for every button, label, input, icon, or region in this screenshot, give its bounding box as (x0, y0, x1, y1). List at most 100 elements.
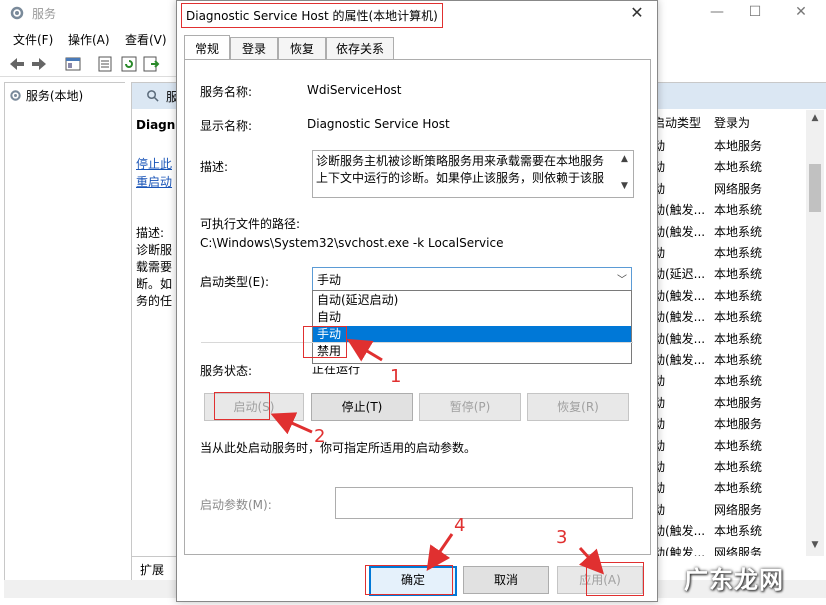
startup-type-dropdown[interactable]: 手动 ﹀ (312, 267, 632, 291)
close-icon[interactable]: ✕ (625, 3, 649, 25)
service-name-label: 服务名称: (200, 85, 253, 99)
option-auto[interactable]: 自动 (313, 309, 631, 326)
cancel-button[interactable]: 取消 (463, 566, 549, 594)
table-row[interactable]: 动(延迟... 本地系统 (653, 262, 805, 283)
tab-general[interactable]: 常规 (184, 35, 230, 60)
logon-as-cell: 本地系统 (714, 460, 763, 474)
console-tree: 服务(本地) (4, 82, 125, 582)
scroll-up-icon[interactable]: ▲ (619, 154, 630, 164)
table-row[interactable]: 动本地系统 (653, 455, 805, 476)
maximize-button[interactable]: ☐ (732, 0, 778, 26)
startup-type-cell: 动(延迟... (653, 267, 706, 282)
table-row[interactable]: 动本地系统 (653, 241, 805, 262)
back-arrow-icon[interactable] (8, 55, 26, 73)
desc-line: 载需要 (136, 260, 173, 274)
startup-type-cell: 动(触发... (653, 203, 706, 218)
table-row[interactable]: 动本地系统 (653, 369, 805, 390)
option-disabled[interactable]: 禁用 (313, 343, 631, 360)
start-params-label: 启动参数(M): (200, 498, 272, 512)
services-scrollbar[interactable]: ▲ ▼ (806, 110, 824, 556)
separator (201, 342, 633, 343)
refresh-icon[interactable] (120, 55, 138, 73)
general-panel: 服务名称: WdiServiceHost 显示名称: Diagnostic Se… (184, 59, 651, 555)
desc-line: 诊断服 (136, 243, 173, 257)
option-manual[interactable]: 手动 (313, 326, 631, 343)
description-box[interactable]: 诊断服务主机被诊断策略服务用来承载需要在本地服务 上下文中运行的诊断。如果停止该… (312, 150, 634, 198)
description-scrollbar[interactable]: ▲ ▼ (616, 151, 633, 197)
stop-service-link[interactable]: 停止此 (136, 155, 172, 172)
description-text: 诊断服务主机被诊断策略服务用来承载需要在本地服务 上下文中运行的诊断。如果停止该… (316, 154, 605, 185)
table-row[interactable]: 动(触发... 本地系统 (653, 305, 805, 326)
services-list: 启动类型 登录为 动本地服务动本地系统动网络服务 动(触发... 本地系统 动(触发.… (653, 110, 805, 556)
stop-button[interactable]: 停止(T) (311, 393, 413, 421)
close-window-button[interactable]: ✕ (778, 0, 824, 26)
logon-as-cell: 本地系统 (714, 310, 763, 325)
logon-as-cell: 本地系统 (714, 353, 763, 367)
logon-as-cell: 本地系统 (714, 288, 763, 303)
export-list-icon[interactable] (142, 55, 160, 73)
table-row[interactable]: 动(触发... 本地系统 (653, 348, 805, 369)
desc-label-partial: 描述: (136, 226, 165, 240)
toolbar (0, 52, 180, 77)
annotation-box-manual (303, 326, 347, 358)
option-auto-delayed[interactable]: 自动(延迟启动) (313, 292, 631, 309)
annotation-number-2: 2 (314, 426, 326, 447)
table-row[interactable]: 动本地系统 (653, 434, 805, 455)
start-params-hint: 当从此处启动服务时，你可指定所适用的启动参数。 (200, 441, 477, 455)
table-row[interactable]: 动网络服务 (653, 498, 805, 519)
restart-service-link[interactable]: 重启动 (136, 173, 172, 190)
tree-item-services-local[interactable]: 服务(本地) (9, 87, 83, 104)
forward-arrow-icon[interactable] (30, 55, 48, 73)
startup-type-cell: 动(触发... (653, 524, 706, 539)
table-row[interactable]: 动本地系统 (653, 476, 805, 497)
logon-as-cell: 网络服务 (714, 181, 763, 196)
table-row[interactable]: 动本地系统 (653, 155, 805, 176)
logon-as-cell: 网络服务 (714, 502, 763, 517)
desc-line: 断。如 (136, 277, 173, 291)
logon-as-cell: 本地系统 (714, 246, 763, 260)
scroll-down-icon[interactable]: ▼ (809, 540, 821, 552)
scrollbar-thumb[interactable] (809, 164, 821, 212)
startup-type-options: 自动(延迟启动) 自动 手动 禁用 (312, 290, 632, 364)
logon-as-cell: 本地系统 (714, 524, 763, 539)
table-row[interactable]: 动(触发... 网络服务 (653, 541, 805, 556)
dialog-title: Diagnostic Service Host 的属性(本地计算机) (181, 3, 443, 28)
table-row[interactable]: 动网络服务 (653, 177, 805, 198)
annotation-box-apply (586, 562, 644, 596)
table-row[interactable]: 动(触发... 本地系统 (653, 284, 805, 305)
scroll-up-icon[interactable]: ▲ (809, 113, 821, 125)
display-name-value: Diagnostic Service Host (307, 117, 450, 131)
table-row[interactable]: 动(触发... 本地系统 (653, 220, 805, 241)
tab-dependencies[interactable]: 依存关系 (326, 37, 394, 60)
resume-button[interactable]: 恢复(R) (527, 393, 629, 421)
console-tree-icon[interactable] (64, 55, 82, 73)
service-title-partial: Diagn (136, 118, 176, 132)
table-row[interactable]: 动(触发... 本地系统 (653, 198, 805, 219)
pause-button[interactable]: 暂停(P) (419, 393, 521, 421)
startup-type-cell: 动(触发... (653, 353, 706, 367)
scroll-down-icon[interactable]: ▼ (619, 181, 630, 191)
column-header-logon[interactable]: 登录为 (714, 114, 750, 134)
menu-action[interactable]: 操作(A) (68, 31, 110, 48)
bottom-tab-label: 扩展 (140, 563, 165, 577)
menu-view[interactable]: 查看(V) (125, 31, 167, 48)
watermark: 广东龙网 (684, 566, 784, 594)
column-header-startup[interactable]: 启动类型 (653, 114, 701, 134)
table-row[interactable]: 动(触发... 本地系统 (653, 327, 805, 348)
tab-recovery[interactable]: 恢复 (278, 37, 326, 60)
table-row[interactable]: 动(触发... 本地系统 (653, 519, 805, 540)
annotation-number-4: 4 (454, 515, 466, 536)
table-row[interactable]: 动本地服务 (653, 391, 805, 412)
annotation-number-1: 1 (390, 366, 402, 387)
table-row[interactable]: 动本地服务 (653, 134, 805, 155)
tab-logon[interactable]: 登录 (230, 37, 278, 60)
annotation-box-ok (365, 565, 453, 595)
start-params-input[interactable] (335, 487, 633, 519)
menu-file[interactable]: 文件(F) (13, 31, 53, 48)
properties-icon[interactable] (96, 55, 114, 73)
chevron-down-icon: ﹀ (617, 275, 627, 286)
logon-as-cell: 本地系统 (714, 481, 763, 496)
display-name-label: 显示名称: (200, 119, 253, 133)
table-row[interactable]: 动本地服务 (653, 412, 805, 433)
annotation-number-3: 3 (556, 527, 568, 548)
